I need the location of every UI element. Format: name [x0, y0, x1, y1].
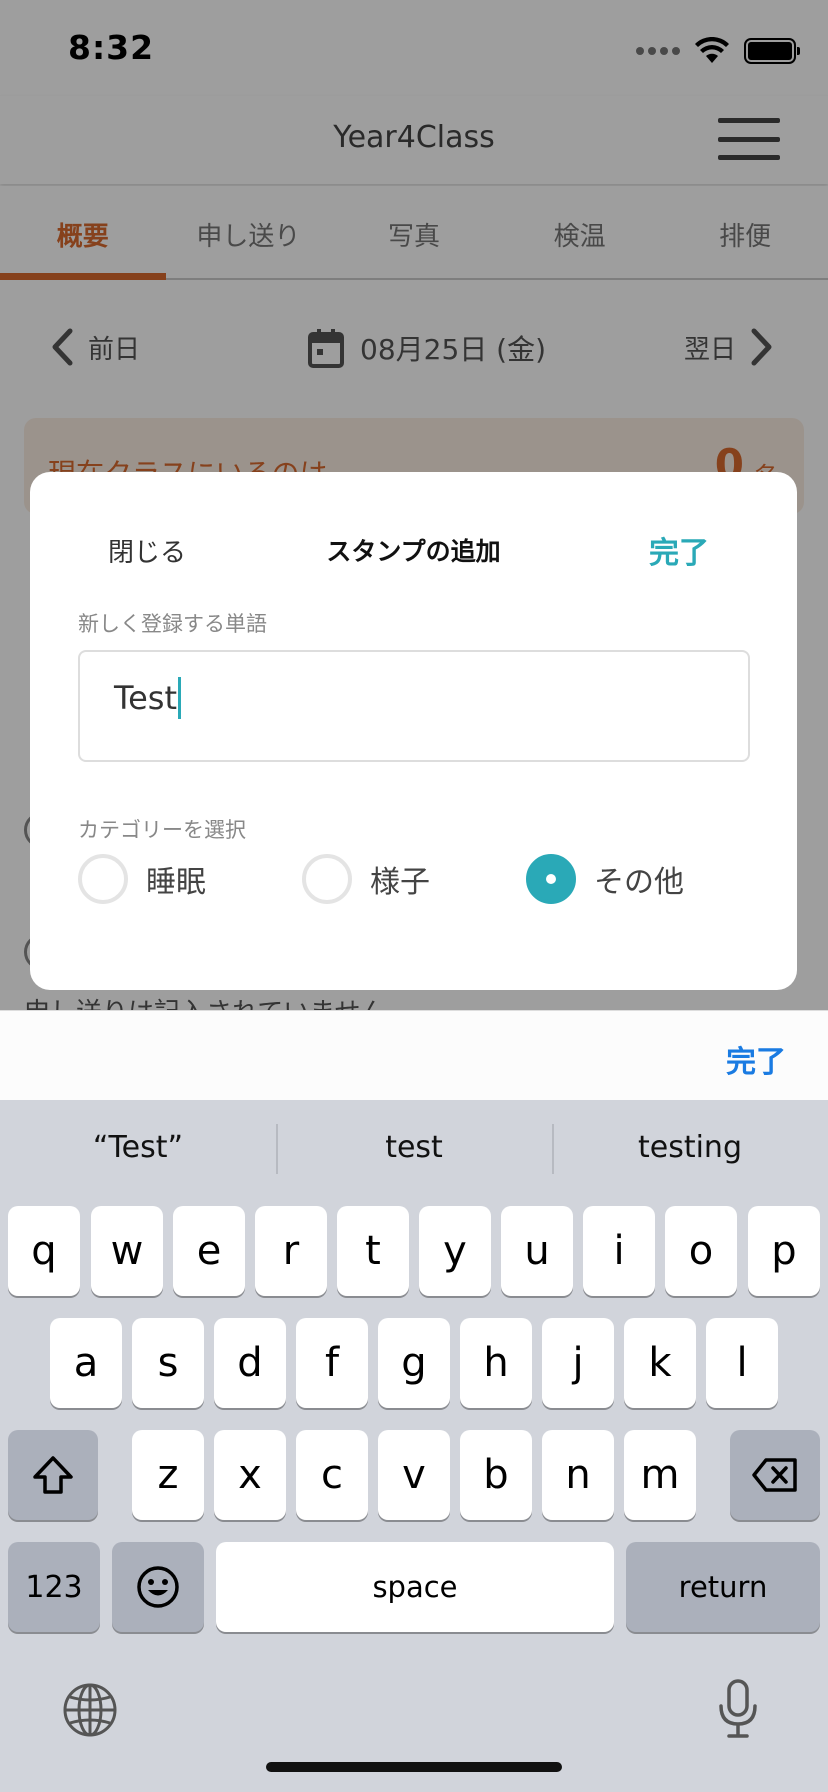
- key-n[interactable]: n: [542, 1430, 614, 1520]
- numbers-key[interactable]: 123: [8, 1542, 100, 1632]
- word-input-value: Test: [114, 679, 178, 717]
- space-key[interactable]: space: [216, 1542, 614, 1632]
- shift-icon: [33, 1456, 73, 1494]
- category-option-label: その他: [594, 865, 684, 900]
- category-option-label: 様子: [370, 865, 430, 900]
- home-indicator: [266, 1762, 562, 1772]
- category-radio-group: 睡眠 様子 その他: [78, 854, 778, 910]
- backspace-key[interactable]: [730, 1430, 820, 1520]
- key-c[interactable]: c: [296, 1430, 368, 1520]
- backspace-icon: [752, 1458, 797, 1492]
- key-m[interactable]: m: [624, 1430, 696, 1520]
- microphone-icon[interactable]: [716, 1678, 760, 1740]
- suggestion-item[interactable]: testing: [552, 1100, 828, 1198]
- radio-button[interactable]: [302, 854, 352, 904]
- key-e[interactable]: e: [173, 1206, 245, 1296]
- key-z[interactable]: z: [132, 1430, 204, 1520]
- key-r[interactable]: r: [255, 1206, 327, 1296]
- key-t[interactable]: t: [337, 1206, 409, 1296]
- category-option-condition[interactable]: 様子: [302, 854, 430, 904]
- key-l[interactable]: l: [706, 1318, 778, 1408]
- key-y[interactable]: y: [419, 1206, 491, 1296]
- emoji-key[interactable]: [112, 1542, 204, 1632]
- predictive-bar: “Test” test testing: [0, 1100, 828, 1198]
- return-key[interactable]: return: [626, 1542, 820, 1632]
- key-u[interactable]: u: [501, 1206, 573, 1296]
- key-d[interactable]: d: [214, 1318, 286, 1408]
- radio-button-selected[interactable]: [526, 854, 576, 904]
- emoji-icon: [137, 1566, 179, 1608]
- key-g[interactable]: g: [378, 1318, 450, 1408]
- category-option-sleep[interactable]: 睡眠: [78, 854, 206, 904]
- suggestion-item[interactable]: “Test”: [0, 1100, 276, 1198]
- globe-icon[interactable]: [62, 1682, 118, 1738]
- key-x[interactable]: x: [214, 1430, 286, 1520]
- key-q[interactable]: q: [8, 1206, 80, 1296]
- keyboard: “Test” test testing q w e r t y u i o p …: [0, 1100, 828, 1792]
- key-w[interactable]: w: [91, 1206, 163, 1296]
- add-stamp-dialog: 閉じる スタンプの追加 完了 新しく登録する単語 Test カテゴリーを選択 睡…: [30, 472, 797, 990]
- key-k[interactable]: k: [624, 1318, 696, 1408]
- key-a[interactable]: a: [50, 1318, 122, 1408]
- key-s[interactable]: s: [132, 1318, 204, 1408]
- category-option-other[interactable]: その他: [526, 854, 684, 904]
- suggestion-item[interactable]: test: [276, 1100, 552, 1198]
- key-f[interactable]: f: [296, 1318, 368, 1408]
- keyboard-toolbar: 完了: [0, 1010, 828, 1100]
- key-i[interactable]: i: [583, 1206, 655, 1296]
- keyboard-done-button[interactable]: 完了: [726, 1037, 786, 1081]
- key-p[interactable]: p: [748, 1206, 820, 1296]
- key-o[interactable]: o: [665, 1206, 737, 1296]
- word-input[interactable]: Test: [78, 650, 750, 762]
- done-button[interactable]: 完了: [649, 528, 709, 572]
- category-label: カテゴリーを選択: [78, 818, 246, 842]
- shift-key[interactable]: [8, 1430, 98, 1520]
- key-b[interactable]: b: [460, 1430, 532, 1520]
- category-option-label: 睡眠: [146, 865, 206, 900]
- key-h[interactable]: h: [460, 1318, 532, 1408]
- radio-button[interactable]: [78, 854, 128, 904]
- text-caret: [178, 677, 182, 719]
- word-field-label: 新しく登録する単語: [78, 612, 267, 636]
- key-j[interactable]: j: [542, 1318, 614, 1408]
- key-v[interactable]: v: [378, 1430, 450, 1520]
